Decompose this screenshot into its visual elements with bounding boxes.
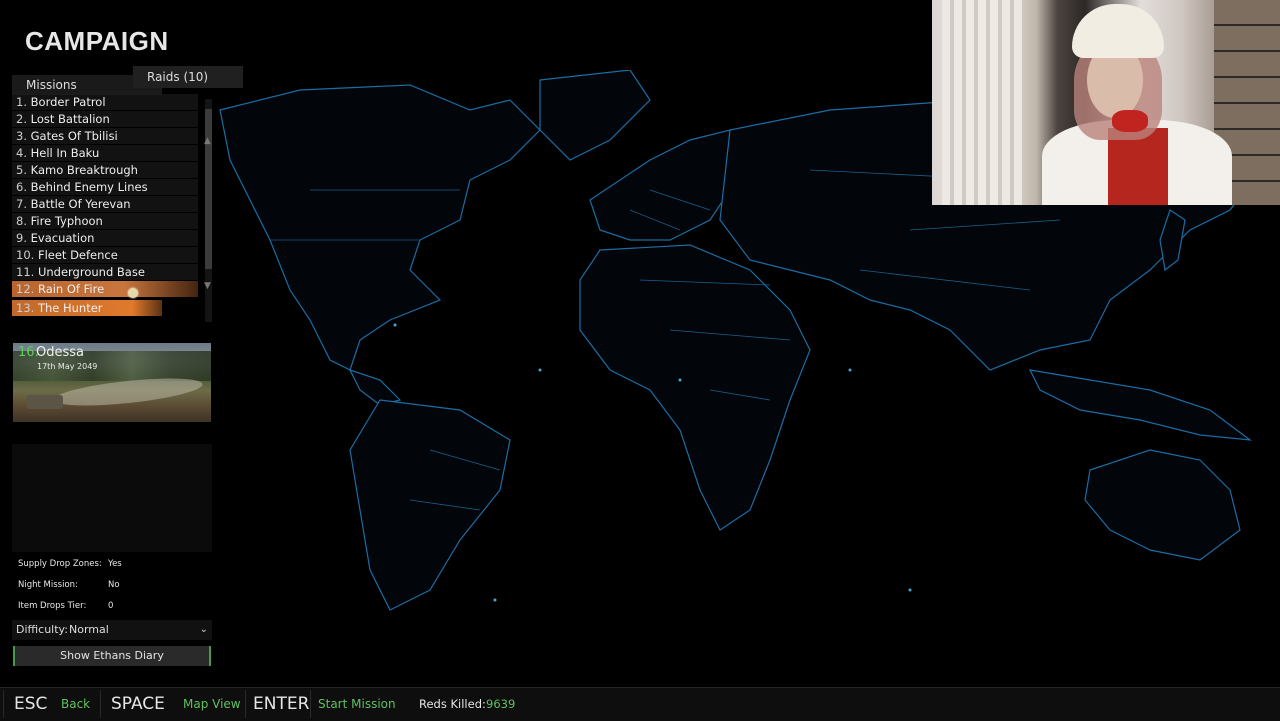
tank-icon [27, 395, 63, 409]
esc-key[interactable]: ESC [10, 692, 51, 716]
indonesia [1028, 369, 1253, 441]
mission-item-kamo-breaktrough[interactable]: 5. Kamo Breaktrough [12, 162, 198, 178]
supply-drop-value: Yes [108, 559, 122, 569]
mission-item-the-hunter[interactable]: 13. The Hunter [12, 300, 162, 316]
mission-item-evacuation[interactable]: 9. Evacuation [12, 230, 198, 246]
webcam-bow [1112, 110, 1148, 132]
scroll-thumb[interactable] [205, 109, 212, 269]
divider [245, 690, 246, 718]
item-drops-label: Item Drops Tier: [18, 601, 87, 611]
mission-number: 4. [16, 146, 27, 160]
show-diary-button[interactable]: Show Ethans Diary [13, 646, 211, 666]
mission-item-lost-battalion[interactable]: 2. Lost Battalion [12, 111, 198, 127]
australia [1084, 449, 1241, 561]
space-key[interactable]: SPACE [107, 692, 169, 716]
mission-list: 1. Border Patrol 2. Lost Battalion 3. Ga… [12, 94, 212, 320]
divider [100, 690, 101, 718]
night-mission-value: No [108, 580, 120, 590]
scroll-down-icon[interactable]: ▼ [204, 281, 211, 291]
mission-item-gates-of-tbilisi[interactable]: 3. Gates Of Tbilisi [12, 128, 198, 144]
mission-item-fleet-defence[interactable]: 10. Fleet Defence [12, 247, 198, 263]
tab-raids[interactable]: Raids (10) [133, 66, 243, 88]
preview-mission-date: 17th May 2049 [37, 362, 98, 371]
mission-number: 13. [16, 301, 35, 315]
mission-number: 8. [16, 214, 27, 228]
greenland [539, 69, 651, 161]
mission-item-fire-typhoon[interactable]: 8. Fire Typhoon [12, 213, 198, 229]
difficulty-label: Difficulty: [16, 623, 68, 636]
supply-drop-label: Supply Drop Zones: [18, 559, 102, 569]
page-title: CAMPAIGN [25, 26, 169, 56]
mission-name: The Hunter [37, 301, 103, 315]
preview-mission-name: Odessa [36, 345, 84, 360]
webcam-curtain [942, 0, 1022, 205]
mission-number: 2. [16, 112, 27, 126]
night-mission-label: Night Mission: [18, 580, 78, 590]
mission-name: Evacuation [30, 231, 95, 245]
mission-item-rain-of-fire[interactable]: 12. Rain Of Fire [12, 281, 198, 297]
map-view-action[interactable]: Map View [183, 692, 241, 716]
reds-killed-label: Reds Killed: [419, 697, 486, 711]
mission-name: Behind Enemy Lines [30, 180, 148, 194]
mission-item-underground-base[interactable]: 11. Underground Base [12, 264, 198, 280]
mission-number: 10. [16, 248, 35, 262]
mission-number: 3. [16, 129, 27, 143]
mission-item-hell-in-baku[interactable]: 4. Hell In Baku [12, 145, 198, 161]
mission-name: Lost Battalion [30, 112, 110, 126]
start-mission-action[interactable]: Start Mission [318, 692, 396, 716]
central-america [348, 368, 402, 406]
mission-item-battle-of-yerevan[interactable]: 7. Battle Of Yerevan [12, 196, 198, 212]
mission-number: 7. [16, 197, 27, 211]
mission-name: Border Patrol [30, 95, 106, 109]
webcam-bonnet [1072, 4, 1164, 58]
mission-number: 12. [16, 282, 35, 296]
mission-name: Rain Of Fire [37, 282, 105, 296]
mission-name: Kamo Breaktrough [30, 163, 138, 177]
divider [3, 690, 4, 718]
mission-number: 6. [16, 180, 27, 194]
difficulty-select[interactable]: Difficulty: Normal ⌄ [12, 620, 212, 640]
south-america [349, 399, 511, 611]
mission-number: 11. [16, 265, 35, 279]
africa [579, 244, 811, 531]
mission-name: Gates Of Tbilisi [30, 129, 118, 143]
mission-item-border-patrol[interactable]: 1. Border Patrol [12, 94, 198, 110]
mission-number: 9. [16, 231, 27, 245]
mission-number: 5. [16, 163, 27, 177]
back-action[interactable]: Back [61, 692, 90, 716]
chevron-down-icon: ⌄ [199, 624, 208, 635]
mission-name: Battle Of Yerevan [30, 197, 131, 211]
divider [310, 690, 311, 718]
scroll-up-icon[interactable]: ▲ [204, 136, 211, 146]
enter-key[interactable]: ENTER [249, 692, 313, 716]
mission-name: Fleet Defence [37, 248, 118, 262]
mission-name: Hell In Baku [30, 146, 100, 160]
item-drops-value: 0 [108, 601, 114, 611]
mission-name: Underground Base [37, 265, 145, 279]
mouse-cursor-icon [128, 288, 138, 298]
reds-killed-value: 9639 [486, 697, 516, 711]
mission-number: 1. [16, 95, 27, 109]
mission-description-box [12, 444, 212, 552]
mission-preview[interactable]: 16. Odessa 17th May 2049 [13, 343, 211, 422]
mission-item-behind-enemy-lines[interactable]: 6. Behind Enemy Lines [12, 179, 198, 195]
webcam-overlay [932, 0, 1280, 205]
mission-name: Fire Typhoon [30, 214, 103, 228]
north-america [219, 84, 541, 371]
difficulty-value: Normal [69, 623, 109, 636]
